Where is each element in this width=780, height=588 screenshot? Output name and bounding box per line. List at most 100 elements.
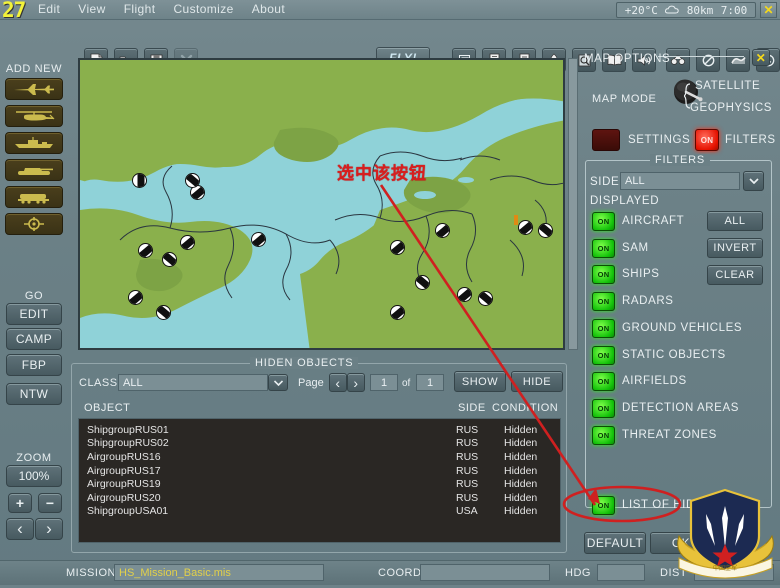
side-dropdown-chevron-down-icon[interactable] — [743, 171, 764, 191]
row-object-name: AirgroupRUS17 — [87, 464, 161, 477]
table-row[interactable]: AirgroupRUS17 RUS Hidden — [79, 464, 560, 478]
menu-bar: Edit View Flight Customize About 27 +20°… — [0, 0, 780, 22]
go-ntw-button[interactable]: NTW — [6, 383, 62, 405]
class-dropdown-value[interactable]: ALL — [118, 374, 268, 391]
window-close-button[interactable]: ✕ — [760, 2, 777, 18]
hide-button[interactable]: HIDE — [511, 371, 563, 392]
cloud-icon — [665, 4, 680, 17]
zoom-out-button[interactable]: − — [38, 493, 62, 513]
mission-map[interactable] — [78, 58, 565, 350]
table-row[interactable]: ShipgroupRUS01 RUS Hidden — [79, 423, 560, 437]
row-side: RUS — [456, 478, 479, 491]
filters-clear-button[interactable]: CLEAR — [707, 265, 763, 285]
add-helicopter-button[interactable] — [5, 105, 63, 127]
aircraft-icon — [12, 82, 56, 96]
map-mode-option-satellite[interactable]: SATELLITE — [695, 80, 760, 92]
filters-invert-button[interactable]: INVERT — [707, 238, 763, 258]
class-dropdown-chevron-down-icon[interactable] — [268, 374, 288, 391]
weather-time: 7:00 — [720, 3, 748, 17]
go-camp-button[interactable]: CAMP — [6, 328, 62, 350]
map-unit-marker[interactable] — [390, 240, 405, 255]
add-ship-button[interactable] — [5, 132, 63, 154]
status-bar: MISSION HS_Mission_Basic.mis COORD HDG D… — [0, 560, 780, 585]
go-fbp-button[interactable]: FBP — [6, 354, 62, 376]
map-unit-marker[interactable] — [132, 173, 147, 188]
hdg-field[interactable] — [597, 564, 645, 581]
map-unit-marker[interactable] — [478, 291, 493, 306]
filters-all-button[interactable]: ALL — [707, 211, 763, 231]
map-unit-marker[interactable] — [251, 232, 266, 247]
menu-item-edit[interactable]: Edit — [38, 2, 60, 16]
row-condition: Hidden — [504, 478, 538, 491]
map-vertical-scrollbar[interactable] — [568, 58, 578, 350]
go-edit-button[interactable]: EDIT — [6, 303, 62, 325]
filter-toggle-sam[interactable]: ON — [592, 238, 615, 258]
add-aircraft-button[interactable] — [5, 78, 63, 100]
filter-toggle-detection-areas[interactable]: ON — [592, 398, 615, 418]
table-row[interactable]: ShipgroupRUS02 RUS Hidden — [79, 437, 560, 451]
side-dropdown-value[interactable]: ALL — [620, 172, 740, 190]
row-side: USA — [456, 505, 478, 518]
table-row[interactable]: AirgroupRUS16 RUS Hidden — [79, 450, 560, 464]
filter-toggle-ground-vehicles[interactable]: ON — [592, 318, 615, 338]
add-target-button[interactable] — [5, 213, 63, 235]
terrain-icon[interactable] — [726, 48, 750, 72]
mission-filename-field[interactable]: HS_Mission_Basic.mis — [114, 564, 324, 581]
map-unit-marker[interactable] — [415, 275, 430, 290]
map-unit-marker[interactable] — [390, 305, 405, 320]
menu-item-view[interactable]: View — [78, 2, 105, 16]
settings-label: SETTINGS — [628, 134, 691, 146]
menu-item-about[interactable]: About — [252, 2, 285, 16]
page-total-input[interactable]: 1 — [416, 374, 444, 391]
filter-toggle-static-objects[interactable]: ON — [592, 345, 615, 365]
map-unit-marker[interactable] — [156, 305, 171, 320]
table-row[interactable]: AirgroupRUS20 RUS Hidden — [79, 491, 560, 505]
filter-toggle-radars[interactable]: ON — [592, 292, 615, 312]
class-label: CLASS — [79, 377, 118, 389]
main-toolbar: FLY! — [0, 20, 780, 72]
map-unit-marker[interactable] — [185, 173, 200, 188]
map-unit-marker[interactable] — [435, 223, 450, 238]
map-unit-marker[interactable] — [162, 252, 177, 267]
row-condition: Hidden — [504, 450, 538, 463]
map-next-button[interactable]: › — [35, 518, 63, 540]
row-side: RUS — [456, 450, 479, 463]
hidden-objects-list[interactable]: ShipgroupRUS01 RUS Hidden ShipgroupRUS02 RUS… — [78, 418, 561, 543]
settings-toggle[interactable] — [592, 129, 620, 151]
map-unit-marker[interactable] — [518, 220, 533, 235]
no-entry-icon[interactable] — [696, 48, 720, 72]
zoom-level-display[interactable]: 100% — [6, 465, 62, 487]
menu-item-customize[interactable]: Customize — [173, 2, 233, 16]
filter-toggle-threat-zones[interactable]: ON — [592, 425, 615, 445]
row-condition: Hidden — [504, 437, 538, 450]
page-of-label: of — [402, 378, 411, 389]
page-current-input[interactable]: 1 — [370, 374, 398, 391]
filter-toggle-aircraft[interactable]: ON — [592, 212, 615, 231]
add-tank-button[interactable] — [5, 159, 63, 181]
page-next-button[interactable]: › — [347, 373, 365, 392]
list-of-hidden-toggle[interactable]: ON — [592, 496, 615, 515]
map-unit-marker[interactable] — [538, 223, 553, 238]
table-row[interactable]: ShipgroupUSA01 USA Hidden — [79, 505, 560, 519]
menu-item-flight[interactable]: Flight — [124, 2, 156, 16]
filters-toggle[interactable]: ON — [695, 129, 719, 151]
map-mode-option-geophysics[interactable]: GEOPHYSICS — [690, 102, 772, 114]
coord-field[interactable] — [420, 564, 550, 581]
column-header-side: SIDE — [458, 402, 486, 414]
row-object-name: AirgroupRUS20 — [87, 491, 161, 504]
map-unit-marker[interactable] — [457, 287, 472, 302]
add-vehicle-button[interactable] — [5, 186, 63, 208]
filter-toggle-ships[interactable]: ON — [592, 265, 615, 285]
default-button[interactable]: DEFAULT — [584, 532, 646, 554]
map-prev-button[interactable]: ‹ — [6, 518, 34, 540]
map-unit-marker[interactable] — [180, 235, 195, 250]
filter-toggle-airfields[interactable]: ON — [592, 372, 615, 392]
show-button[interactable]: SHOW — [454, 371, 506, 392]
table-row[interactable]: AirgroupRUS19 RUS Hidden — [79, 477, 560, 491]
zoom-in-button[interactable]: + — [8, 493, 32, 513]
map-unit-marker[interactable] — [128, 290, 143, 305]
page-prev-button[interactable]: ‹ — [329, 373, 347, 392]
map-options-close-button[interactable]: ✕ — [752, 49, 770, 66]
row-side: RUS — [456, 423, 479, 436]
map-unit-marker[interactable] — [138, 243, 153, 258]
